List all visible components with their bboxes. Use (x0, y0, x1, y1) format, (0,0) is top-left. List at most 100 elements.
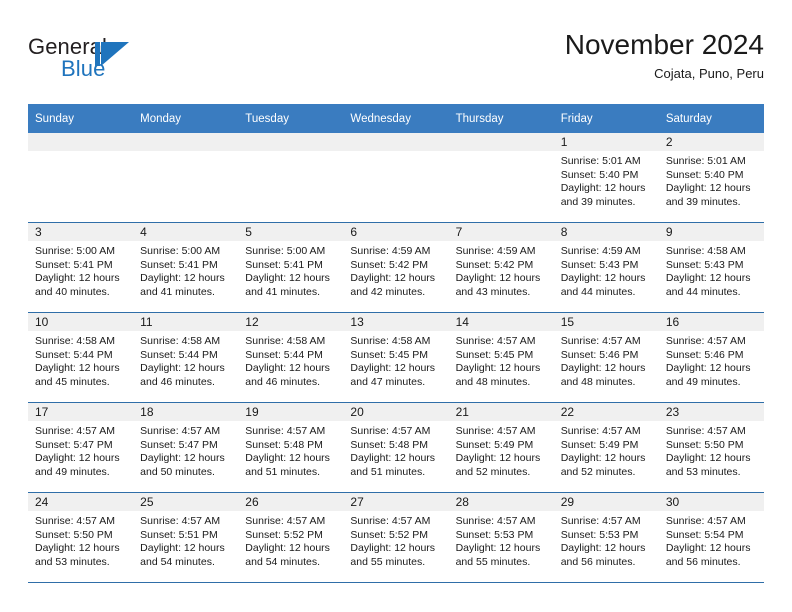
day-number: 15 (553, 313, 659, 331)
day-details: Sunrise: 4:57 AM Sunset: 5:51 PM Daylight:… (133, 511, 238, 569)
weekday-header-cell: Thursday (448, 104, 554, 133)
day-number: 20 (343, 403, 449, 421)
sunrise-text: Sunrise: 4:57 AM (560, 515, 641, 527)
calendar-day-cell[interactable]: 2 Sunrise: 5:01 AM Sunset: 5:40 PM Daylight… (658, 133, 764, 223)
day-details: Sunrise: 4:57 AM Sunset: 5:52 PM Daylight:… (343, 511, 448, 569)
calendar-day-cell[interactable]: 17 Sunrise: 4:57 AM Sunset: 5:47 PM Dayligh… (28, 402, 134, 493)
daylight-text: Daylight: 12 hours and 48 minutes. (455, 362, 541, 388)
calendar-day-cell[interactable] (238, 133, 344, 223)
calendar-day-cell[interactable]: 13 Sunrise: 4:58 AM Sunset: 5:45 PM Dayligh… (343, 312, 449, 403)
calendar-day-cell[interactable]: 1 Sunrise: 5:01 AM Sunset: 5:40 PM Daylight… (553, 133, 659, 223)
sunrise-text: Sunrise: 4:57 AM (455, 335, 536, 347)
calendar-day-cell[interactable] (133, 133, 239, 223)
sunset-text: Sunset: 5:42 PM (350, 258, 429, 271)
calendar-day-cell[interactable]: 28 Sunrise: 4:57 AM Sunset: 5:53 PM Dayligh… (448, 492, 554, 583)
calendar-day-cell[interactable]: 18 Sunrise: 4:57 AM Sunset: 5:47 PM Dayligh… (133, 402, 239, 493)
day-cell: 3 Sunrise: 5:00 AM Sunset: 5:41 PM Daylight… (28, 223, 134, 312)
day-cell: 20 Sunrise: 4:57 AM Sunset: 5:48 PM Dayligh… (343, 403, 449, 492)
day-details: Sunrise: 4:57 AM Sunset: 5:54 PM Daylight:… (659, 511, 764, 569)
sunrise-text: Sunrise: 4:57 AM (35, 425, 115, 437)
day-details: Sunrise: 4:57 AM Sunset: 5:46 PM Daylight:… (554, 331, 659, 389)
sunrise-text: Sunrise: 5:00 AM (140, 245, 221, 257)
day-details: Sunrise: 5:00 AM Sunset: 5:41 PM Daylight:… (133, 241, 238, 299)
calendar-day-cell[interactable] (28, 133, 134, 223)
calendar-day-cell[interactable]: 19 Sunrise: 4:57 AM Sunset: 5:48 PM Dayligh… (238, 402, 344, 493)
calendar-day-cell[interactable]: 27 Sunrise: 4:57 AM Sunset: 5:52 PM Dayligh… (343, 492, 449, 583)
sunset-text: Sunset: 5:51 PM (140, 528, 218, 541)
sunset-text: Sunset: 5:44 PM (245, 348, 323, 361)
sunset-text: Sunset: 5:52 PM (350, 528, 429, 541)
calendar-day-cell[interactable] (343, 133, 449, 223)
brand-logo[interactable]: General Blue (28, 34, 258, 90)
calendar-day-cell[interactable]: 16 Sunrise: 4:57 AM Sunset: 5:46 PM Dayligh… (658, 312, 764, 403)
daylight-text: Daylight: 12 hours and 53 minutes. (665, 452, 751, 478)
calendar-day-cell[interactable]: 30 Sunrise: 4:57 AM Sunset: 5:54 PM Dayligh… (658, 492, 764, 583)
daylight-text: Daylight: 12 hours and 52 minutes. (455, 452, 541, 478)
calendar-day-cell[interactable]: 6 Sunrise: 4:59 AM Sunset: 5:42 PM Daylight… (343, 222, 449, 313)
calendar-day-cell[interactable]: 4 Sunrise: 5:00 AM Sunset: 5:41 PM Daylight… (133, 222, 239, 313)
daylight-text: Daylight: 12 hours and 42 minutes. (350, 272, 436, 298)
calendar-day-cell[interactable]: 7 Sunrise: 4:59 AM Sunset: 5:42 PM Daylight… (448, 222, 554, 313)
weekday-header-cell: Tuesday (238, 104, 344, 133)
day-number: 30 (658, 493, 764, 511)
daylight-text: Daylight: 12 hours and 44 minutes. (665, 272, 751, 298)
calendar-day-cell[interactable]: 8 Sunrise: 4:59 AM Sunset: 5:43 PM Daylight… (553, 222, 659, 313)
calendar-day-cell[interactable]: 15 Sunrise: 4:57 AM Sunset: 5:46 PM Dayligh… (553, 312, 659, 403)
calendar-day-cell[interactable]: 21 Sunrise: 4:57 AM Sunset: 5:49 PM Dayligh… (448, 402, 554, 493)
sunrise-text: Sunrise: 4:57 AM (245, 515, 326, 527)
calendar-day-cell[interactable] (448, 133, 554, 223)
calendar-day-cell[interactable]: 3 Sunrise: 5:00 AM Sunset: 5:41 PM Daylight… (28, 222, 134, 313)
day-number: 13 (343, 313, 449, 331)
day-details: Sunrise: 4:59 AM Sunset: 5:42 PM Daylight:… (449, 241, 554, 299)
day-cell: 7 Sunrise: 4:59 AM Sunset: 5:42 PM Daylight… (448, 223, 554, 312)
calendar-table: Sunday Monday Tuesday Wednesday Thursday Frid… (28, 104, 764, 583)
sunset-text: Sunset: 5:52 PM (245, 528, 323, 541)
day-number: 24 (28, 493, 134, 511)
calendar-day-cell[interactable]: 20 Sunrise: 4:57 AM Sunset: 5:48 PM Dayligh… (343, 402, 449, 493)
calendar-day-cell[interactable]: 22 Sunrise: 4:57 AM Sunset: 5:49 PM Dayligh… (553, 402, 659, 493)
sunset-text: Sunset: 5:41 PM (140, 258, 218, 271)
daylight-text: Daylight: 12 hours and 41 minutes. (140, 272, 225, 298)
title-block: November 2024 Cojata, Puno, Peru (565, 28, 764, 84)
calendar-week-row: 24 Sunrise: 4:57 AM Sunset: 5:50 PM Dayligh… (28, 492, 764, 583)
daylight-text: Daylight: 12 hours and 41 minutes. (245, 272, 330, 298)
sunrise-text: Sunrise: 4:59 AM (350, 245, 431, 257)
sunset-text: Sunset: 5:50 PM (35, 528, 113, 541)
calendar-day-cell[interactable]: 9 Sunrise: 4:58 AM Sunset: 5:43 PM Daylight… (658, 222, 764, 313)
calendar-day-cell[interactable]: 23 Sunrise: 4:57 AM Sunset: 5:50 PM Dayligh… (658, 402, 764, 493)
calendar-day-cell[interactable]: 5 Sunrise: 5:00 AM Sunset: 5:41 PM Daylight… (238, 222, 344, 313)
sunset-text: Sunset: 5:50 PM (665, 438, 744, 451)
day-details: Sunrise: 4:57 AM Sunset: 5:53 PM Daylight:… (449, 511, 554, 569)
calendar-day-cell[interactable]: 25 Sunrise: 4:57 AM Sunset: 5:51 PM Dayligh… (133, 492, 239, 583)
day-cell: 28 Sunrise: 4:57 AM Sunset: 5:53 PM Dayligh… (448, 493, 554, 582)
calendar-week-row: 10 Sunrise: 4:58 AM Sunset: 5:44 PM Dayligh… (28, 312, 764, 403)
day-cell: 17 Sunrise: 4:57 AM Sunset: 5:47 PM Dayligh… (28, 403, 134, 492)
calendar-day-cell[interactable]: 12 Sunrise: 4:58 AM Sunset: 5:44 PM Dayligh… (238, 312, 344, 403)
calendar-day-cell[interactable]: 11 Sunrise: 4:58 AM Sunset: 5:44 PM Dayligh… (133, 312, 239, 403)
day-details: Sunrise: 4:57 AM Sunset: 5:47 PM Daylight:… (28, 421, 133, 479)
weekday-header-cell: Friday (553, 104, 659, 133)
day-number: 14 (448, 313, 554, 331)
day-cell: 11 Sunrise: 4:58 AM Sunset: 5:44 PM Dayligh… (133, 313, 239, 402)
sunrise-text: Sunrise: 4:57 AM (665, 515, 746, 527)
sunset-text: Sunset: 5:41 PM (245, 258, 323, 271)
empty-day-cell (238, 133, 344, 222)
day-cell: 18 Sunrise: 4:57 AM Sunset: 5:47 PM Dayligh… (133, 403, 239, 492)
calendar-day-cell[interactable]: 10 Sunrise: 4:58 AM Sunset: 5:44 PM Dayligh… (28, 312, 134, 403)
weekday-header-cell: Saturday (658, 104, 764, 133)
day-number: 2 (658, 133, 764, 151)
calendar-day-cell[interactable]: 29 Sunrise: 4:57 AM Sunset: 5:53 PM Dayligh… (553, 492, 659, 583)
day-details: Sunrise: 5:00 AM Sunset: 5:41 PM Daylight:… (238, 241, 343, 299)
calendar-day-cell[interactable]: 26 Sunrise: 4:57 AM Sunset: 5:52 PM Dayligh… (238, 492, 344, 583)
sunrise-text: Sunrise: 5:00 AM (245, 245, 326, 257)
calendar-day-cell[interactable]: 24 Sunrise: 4:57 AM Sunset: 5:50 PM Dayligh… (28, 492, 134, 583)
sunrise-text: Sunrise: 4:58 AM (665, 245, 746, 257)
day-details: Sunrise: 4:57 AM Sunset: 5:47 PM Daylight:… (133, 421, 238, 479)
day-details: Sunrise: 4:57 AM Sunset: 5:45 PM Daylight:… (449, 331, 554, 389)
calendar-header-row: Sunday Monday Tuesday Wednesday Thursday Frid… (28, 104, 764, 133)
calendar-day-cell[interactable]: 14 Sunrise: 4:57 AM Sunset: 5:45 PM Dayligh… (448, 312, 554, 403)
day-number: 25 (133, 493, 239, 511)
sunrise-text: Sunrise: 4:58 AM (35, 335, 115, 347)
day-number: 7 (448, 223, 554, 241)
day-number: 28 (448, 493, 554, 511)
